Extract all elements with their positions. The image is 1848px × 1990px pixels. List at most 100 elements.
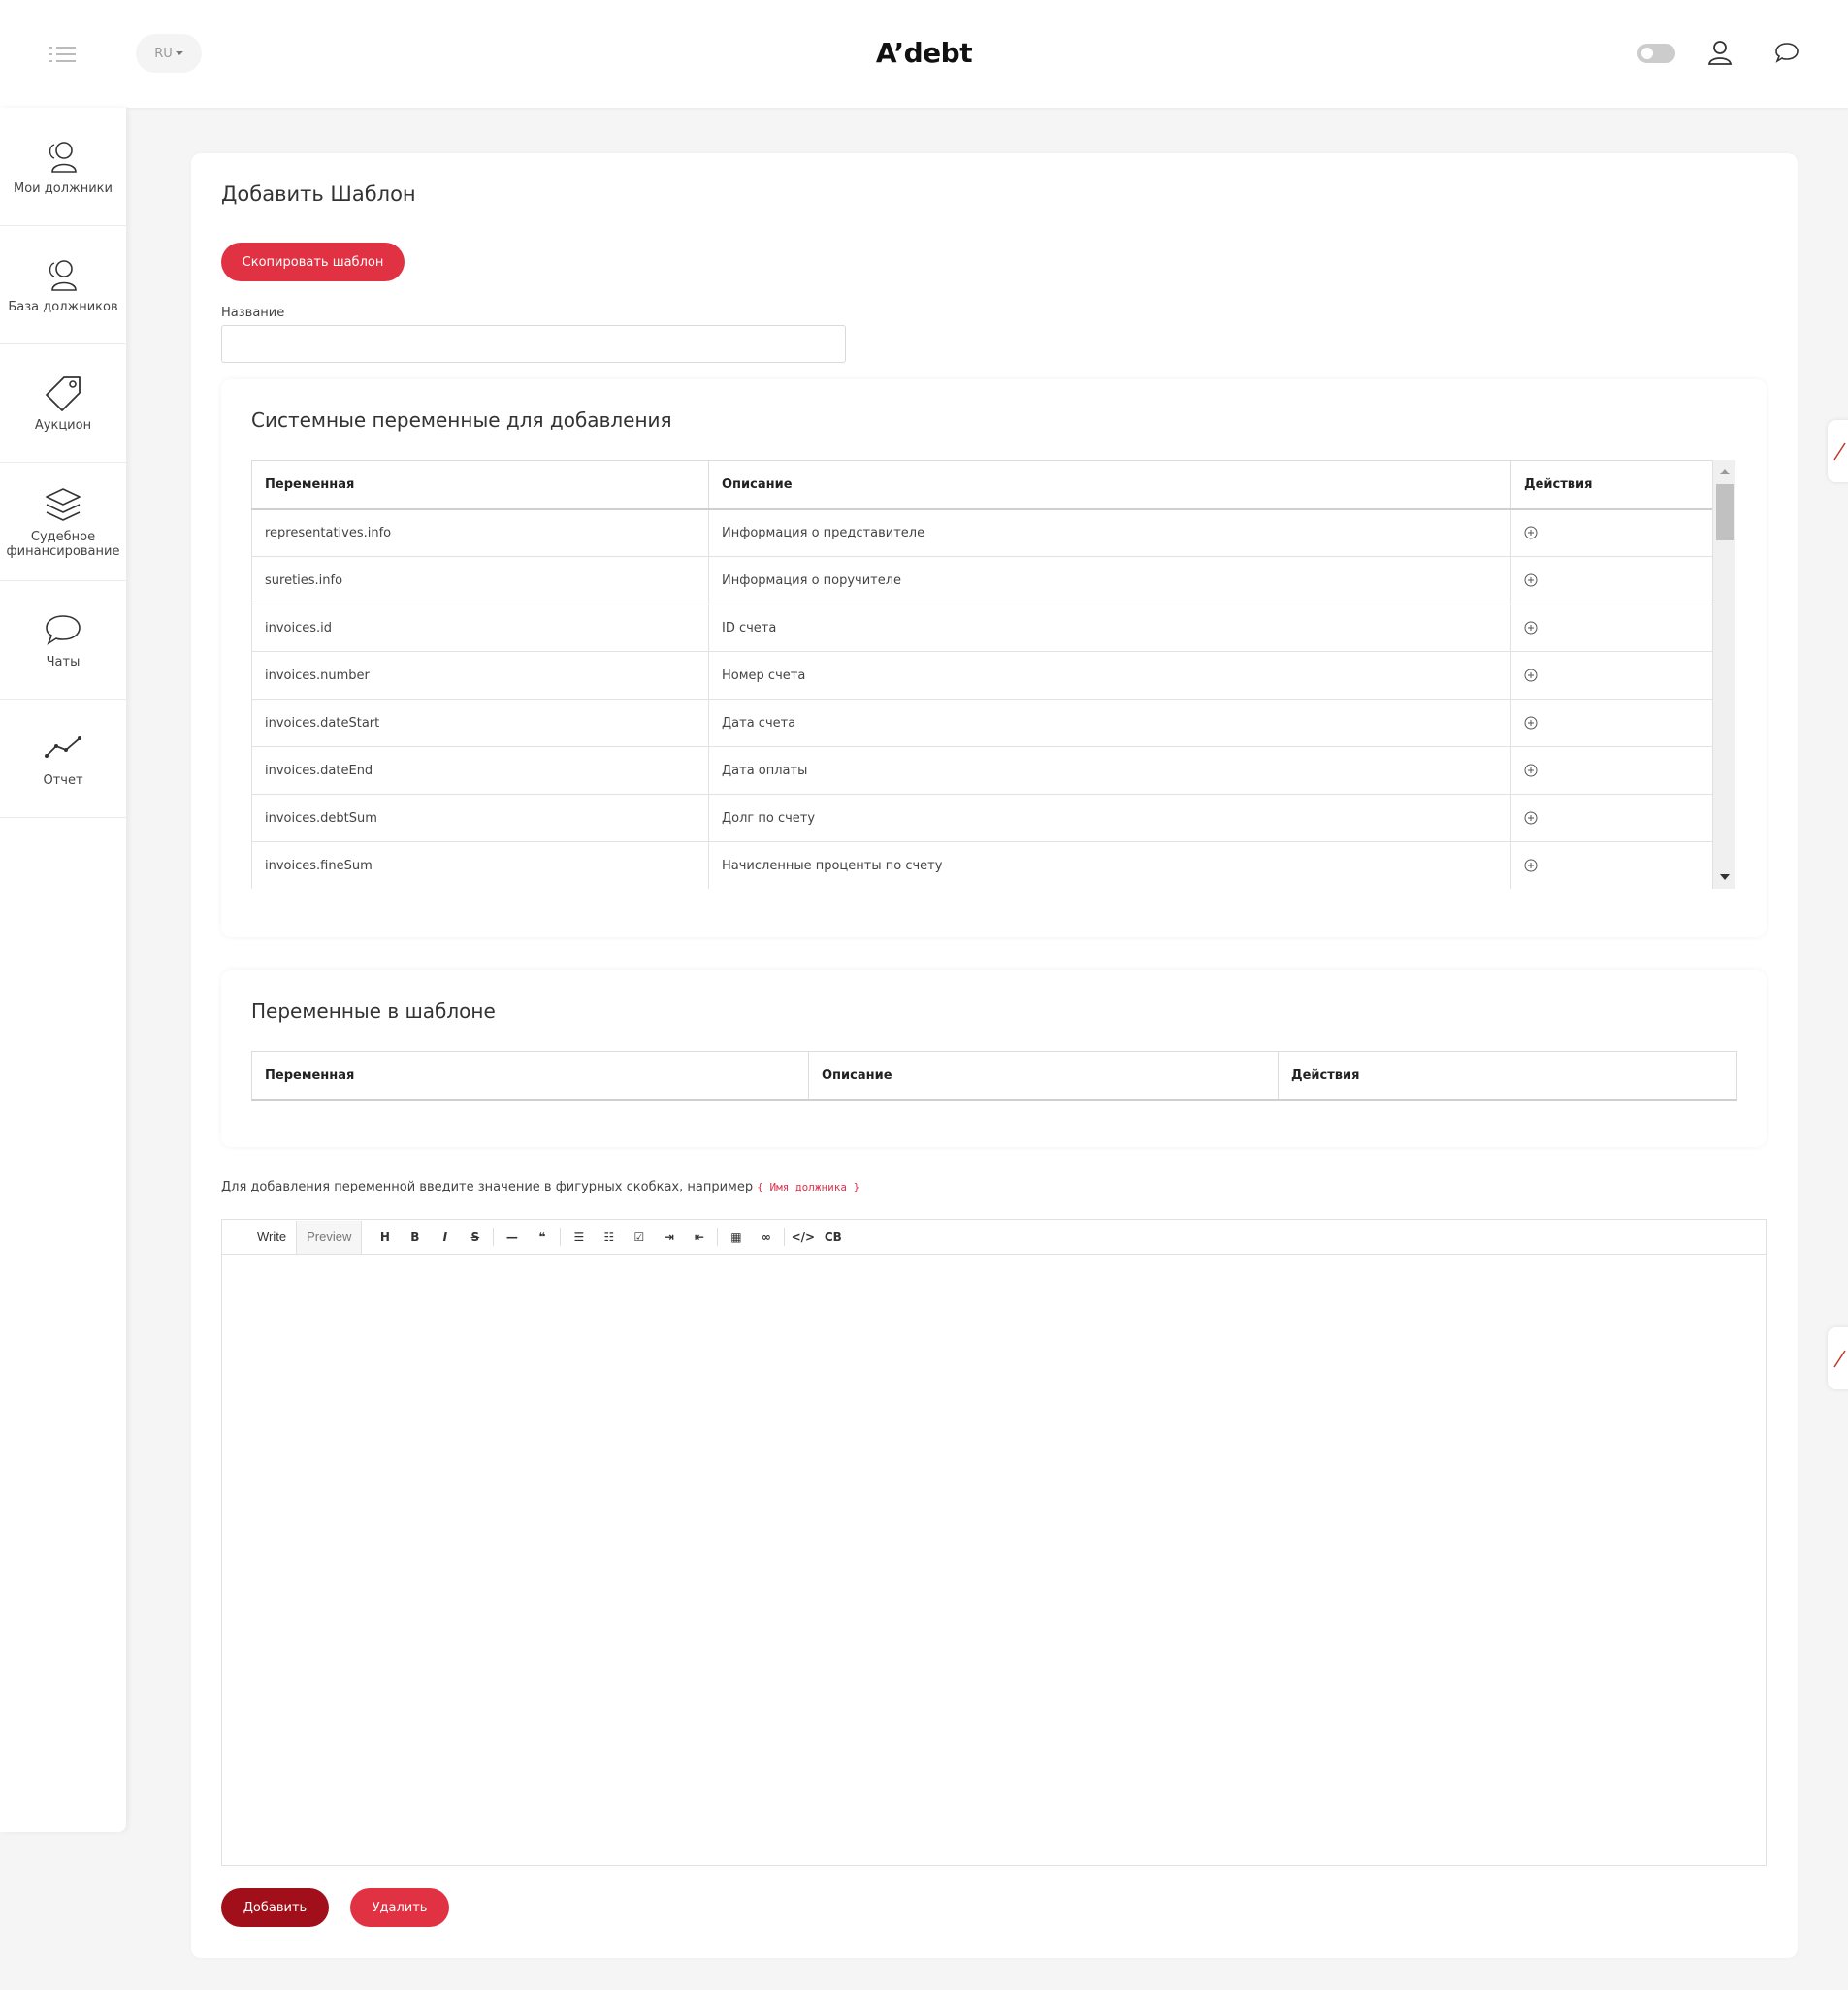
description-cell: Начисленные проценты по счету xyxy=(708,841,1511,889)
sidebar-item-court-financing[interactable]: Судебное финансирование xyxy=(0,463,126,581)
add-circle-icon[interactable] xyxy=(1524,859,1538,872)
system-variables-table: Переменная Описание Действия representat… xyxy=(251,460,1713,889)
strikethrough-button[interactable]: S xyxy=(460,1223,490,1252)
column-header-variable: Переменная xyxy=(251,1051,809,1101)
description-cell: Информация о поручителе xyxy=(708,556,1511,604)
editor-textarea[interactable] xyxy=(222,1255,1766,1865)
checklist-button[interactable]: ☑ xyxy=(624,1223,654,1252)
actions-cell xyxy=(1510,746,1713,795)
sidebar-item-auction[interactable]: Аукцион xyxy=(0,344,126,463)
add-circle-icon[interactable] xyxy=(1524,716,1538,730)
name-input[interactable] xyxy=(221,325,846,363)
variable-cell: invoices.debtSum xyxy=(251,794,709,842)
editor-toolbar: Write Preview H B I S — ❝ ☰ ☷ ☑ ⇥ ⇤ ▦ ∞ </> CB xyxy=(222,1220,1766,1255)
variable-cell: invoices.dateStart xyxy=(251,699,709,747)
scroll-up-arrow-icon[interactable] xyxy=(1720,469,1730,474)
table-row: representatives.info Информация о предста… xyxy=(251,508,1713,557)
table-row: invoices.id ID счета xyxy=(251,604,1713,652)
sidebar-item-label: Аукцион xyxy=(34,418,92,433)
system-variables-table-wrapper[interactable]: Переменная Описание Действия representat… xyxy=(251,460,1735,889)
delete-button[interactable]: Удалить xyxy=(350,1888,449,1927)
scroll-down-arrow-icon[interactable] xyxy=(1720,874,1730,880)
users-icon xyxy=(49,142,77,173)
sidebar-item-label: База должников xyxy=(8,300,118,314)
language-selector[interactable]: RU xyxy=(136,34,202,73)
side-pen-tab[interactable] xyxy=(1828,1327,1848,1389)
numbered-list-button[interactable]: ☷ xyxy=(594,1223,624,1252)
users-icon xyxy=(49,260,77,291)
menu-toggle-icon[interactable] xyxy=(49,46,76,63)
add-circle-icon[interactable] xyxy=(1524,621,1538,635)
theme-toggle[interactable] xyxy=(1637,44,1675,63)
template-variables-title: Переменные в шаблоне xyxy=(251,999,496,1023)
table-row: invoices.fineSum Начисленные проценты по … xyxy=(251,841,1713,889)
side-pen-tab[interactable] xyxy=(1828,420,1848,482)
link-button[interactable]: ∞ xyxy=(751,1223,781,1252)
user-icon[interactable] xyxy=(1706,39,1734,66)
add-circle-icon[interactable] xyxy=(1524,573,1538,587)
add-circle-icon[interactable] xyxy=(1524,811,1538,825)
heading-button[interactable]: H xyxy=(370,1223,400,1252)
copy-template-button[interactable]: Скопировать шаблон xyxy=(221,243,405,281)
actions-cell xyxy=(1510,794,1713,842)
column-header-variable: Переменная xyxy=(251,460,709,510)
outdent-button[interactable]: ⇤ xyxy=(684,1223,714,1252)
system-variables-title: Системные переменные для добавления xyxy=(251,408,672,432)
variable-cell: invoices.dateEnd xyxy=(251,746,709,795)
table-scrollbar[interactable] xyxy=(1712,460,1735,889)
sidebar-item-label: Чаты xyxy=(46,655,81,669)
horizontal-rule-button[interactable]: — xyxy=(497,1223,527,1252)
bold-button[interactable]: B xyxy=(400,1223,430,1252)
toolbar-separator xyxy=(493,1227,495,1246)
code-block-button[interactable]: CB xyxy=(818,1223,848,1252)
code-button[interactable]: </> xyxy=(788,1223,818,1252)
quote-button[interactable]: ❝ xyxy=(527,1223,557,1252)
chat-icon xyxy=(46,615,81,645)
add-circle-icon[interactable] xyxy=(1524,764,1538,777)
chat-icon[interactable] xyxy=(1773,39,1800,66)
tag-icon xyxy=(46,376,81,411)
table-row: invoices.dateStart Дата счета xyxy=(251,699,1713,747)
actions-cell xyxy=(1510,556,1713,604)
add-circle-icon[interactable] xyxy=(1524,526,1538,539)
system-variables-panel: Системные переменные для добавления Пере… xyxy=(221,379,1767,937)
scrollbar-thumb[interactable] xyxy=(1716,484,1734,540)
table-header-row: Переменная Описание Действия xyxy=(251,460,1713,510)
actions-cell xyxy=(1510,841,1713,889)
italic-button[interactable]: I xyxy=(430,1223,460,1252)
pen-icon xyxy=(1833,1350,1846,1368)
table-row: invoices.dateEnd Дата оплаты xyxy=(251,746,1713,795)
variable-cell: invoices.id xyxy=(251,604,709,652)
pen-icon xyxy=(1833,442,1846,461)
description-cell: ID счета xyxy=(708,604,1511,652)
column-header-actions: Действия xyxy=(1278,1051,1737,1101)
toolbar-separator xyxy=(717,1227,719,1246)
sidebar-item-my-debtors[interactable]: Мои должники xyxy=(0,108,126,226)
table-button[interactable]: ▦ xyxy=(721,1223,751,1252)
sidebar-item-report[interactable]: Отчет xyxy=(0,700,126,818)
logo: A’debt xyxy=(0,37,1848,69)
variable-cell: sureties.info xyxy=(251,556,709,604)
chart-line-icon xyxy=(45,736,81,758)
description-cell: Информация о представителе xyxy=(708,508,1511,557)
sidebar: Мои должники База должников Аукцион Суде… xyxy=(0,108,126,1832)
variable-cell: representatives.info xyxy=(251,508,709,557)
column-header-description: Описание xyxy=(708,460,1511,510)
sidebar-item-label: Судебное финансирование xyxy=(6,529,120,559)
add-circle-icon[interactable] xyxy=(1524,669,1538,682)
logo-text[interactable]: A’debt xyxy=(876,37,973,69)
variable-cell: invoices.fineSum xyxy=(251,841,709,889)
sidebar-item-debtors-base[interactable]: База должников xyxy=(0,226,126,344)
markdown-editor: Write Preview H B I S — ❝ ☰ ☷ ☑ ⇥ ⇤ ▦ ∞ </> CB xyxy=(221,1219,1767,1866)
add-button[interactable]: Добавить xyxy=(221,1888,329,1927)
write-tab[interactable]: Write xyxy=(247,1221,296,1254)
indent-button[interactable]: ⇥ xyxy=(654,1223,684,1252)
bullet-list-button[interactable]: ☰ xyxy=(564,1223,594,1252)
column-header-actions: Действия xyxy=(1510,460,1713,510)
preview-tab[interactable]: Preview xyxy=(296,1220,363,1254)
actions-cell xyxy=(1510,699,1713,747)
actions-cell xyxy=(1510,604,1713,652)
chevron-down-icon xyxy=(175,51,183,55)
table-row: invoices.debtSum Долг по счету xyxy=(251,794,1713,842)
sidebar-item-chats[interactable]: Чаты xyxy=(0,581,126,700)
